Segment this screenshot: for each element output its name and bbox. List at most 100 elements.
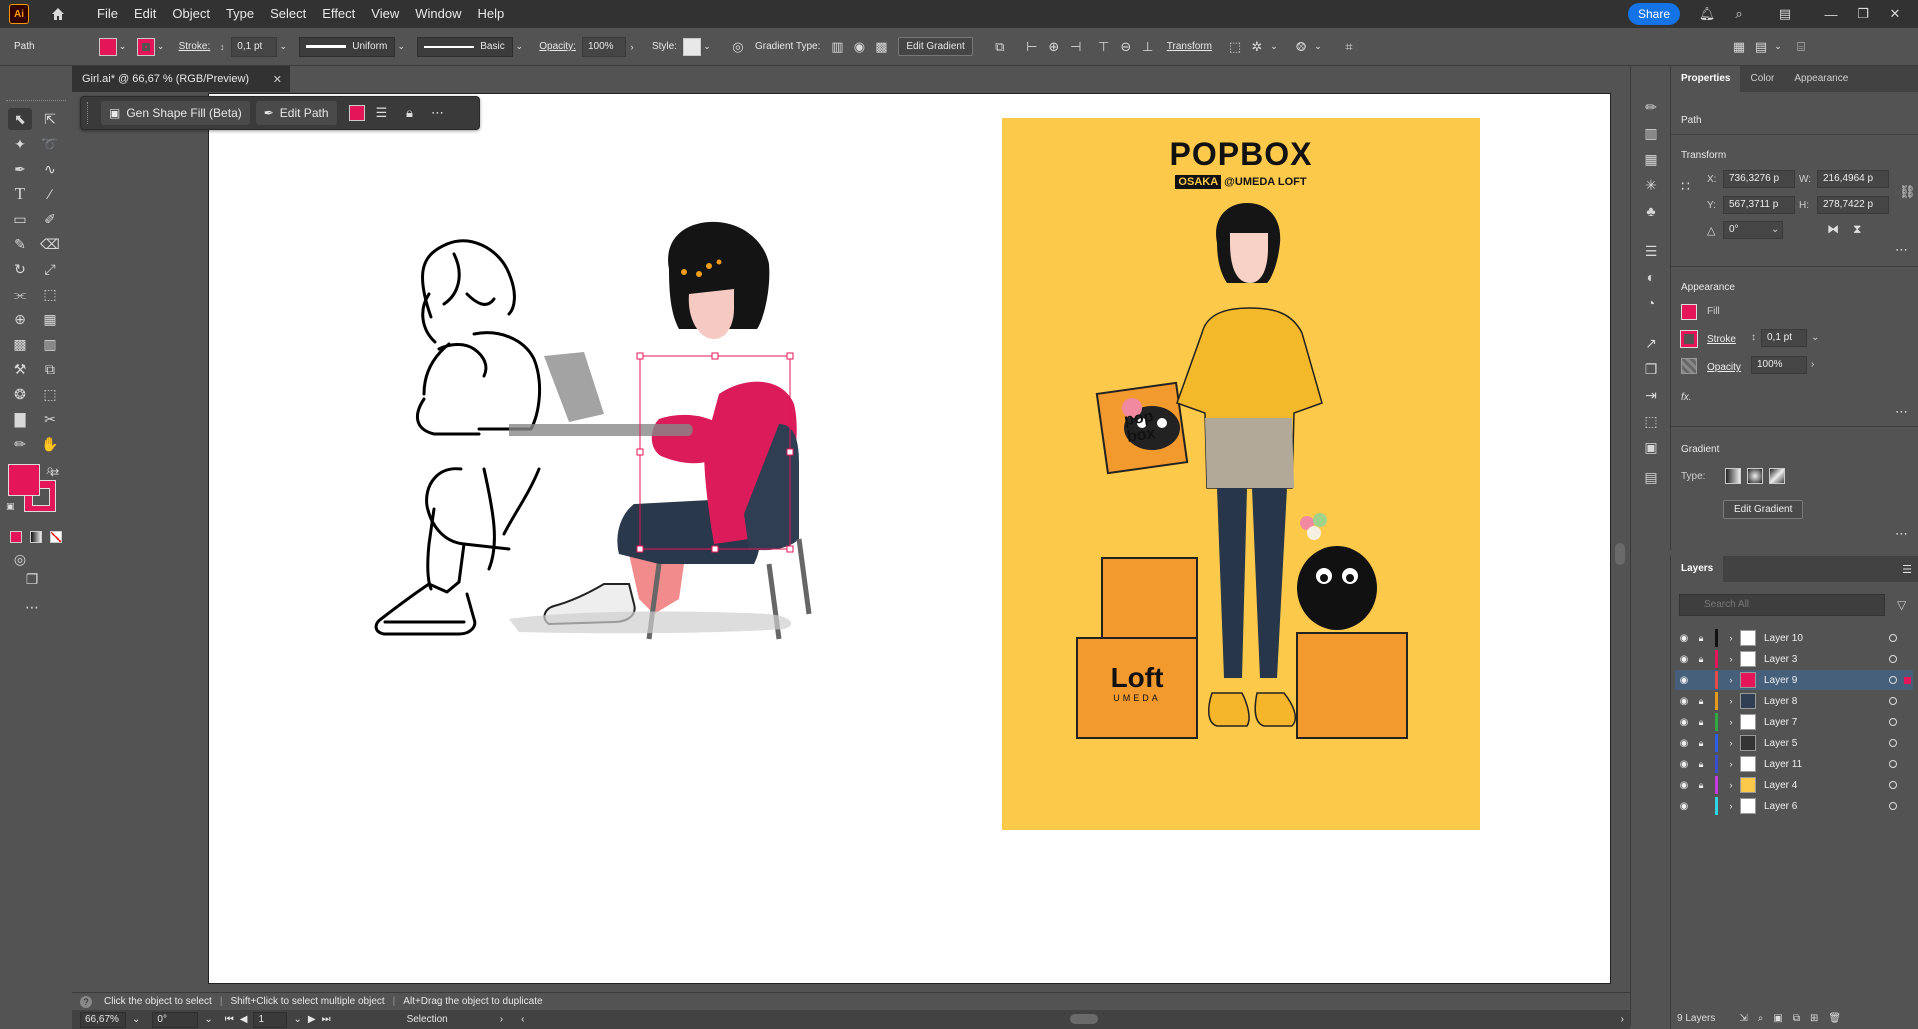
layer-row[interactable]: ◉ 🔒︎ › Layer 10 bbox=[1675, 628, 1913, 648]
arrange-panels-icon[interactable]: ▦ bbox=[1728, 36, 1750, 58]
align-bottom-icon[interactable]: ⊥ bbox=[1137, 36, 1159, 58]
opacity-more-arrow[interactable]: › bbox=[1811, 359, 1814, 370]
artboard-dropdown[interactable]: ⌄ bbox=[293, 1014, 301, 1025]
isolate-icon[interactable]: ⬚ bbox=[1224, 36, 1246, 58]
tab-layers[interactable]: Layers bbox=[1671, 556, 1724, 582]
workspace-dropdown[interactable]: ⌄ bbox=[1772, 41, 1784, 52]
artwork-girl-illustrations[interactable] bbox=[209, 94, 989, 714]
edit-gradient-button[interactable]: Edit Gradient bbox=[898, 37, 973, 56]
visibility-eye-icon[interactable]: ◉ bbox=[1675, 780, 1693, 791]
close-document-icon[interactable]: ✕ bbox=[273, 73, 282, 86]
gradient-freeform-icon[interactable] bbox=[1769, 468, 1785, 484]
layer-name[interactable]: Layer 8 bbox=[1764, 696, 1797, 707]
tools-grip[interactable] bbox=[6, 100, 66, 103]
gradient-more-icon[interactable]: ⋯ bbox=[1895, 526, 1908, 542]
locate-object-icon[interactable]: ⌕ bbox=[1758, 1013, 1764, 1024]
home-icon[interactable] bbox=[47, 3, 69, 25]
document-tab[interactable]: Girl.ai* @ 66,67 % (RGB/Preview) ✕ bbox=[72, 66, 290, 92]
menu-help[interactable]: Help bbox=[469, 0, 512, 28]
current-tool-status[interactable]: Selection bbox=[407, 1014, 448, 1025]
x-input[interactable]: 736,3276 p bbox=[1723, 170, 1795, 188]
default-colors-icon[interactable]: ▣ bbox=[6, 501, 15, 512]
visibility-eye-icon[interactable]: ◉ bbox=[1675, 696, 1693, 707]
horizontal-scroll-thumb[interactable] bbox=[1070, 1014, 1098, 1024]
eyedropper-tool-icon[interactable]: ⚒ bbox=[8, 358, 32, 380]
delete-layer-icon[interactable]: 🗑︎ bbox=[1828, 1013, 1841, 1024]
transform-more-icon[interactable]: ⋯ bbox=[1895, 242, 1908, 258]
layers-panel-menu-icon[interactable]: ☰ bbox=[1902, 563, 1912, 576]
visibility-eye-icon[interactable]: ◉ bbox=[1675, 654, 1693, 665]
discover-icon[interactable]: ⌸ bbox=[1790, 36, 1812, 58]
layer-name[interactable]: Layer 6 bbox=[1764, 801, 1797, 812]
menu-effect[interactable]: Effect bbox=[314, 0, 363, 28]
scroll-right-arrow[interactable]: › bbox=[1621, 1014, 1624, 1025]
layer-row[interactable]: ◉ 🔒︎ › Layer 8 bbox=[1675, 691, 1913, 711]
envelope-dropdown[interactable]: ⌄ bbox=[1312, 41, 1324, 52]
stroke-dropdown[interactable]: ⌄ bbox=[155, 41, 167, 52]
shape-builder-tool-icon[interactable]: ⊕ bbox=[8, 308, 32, 330]
gradient-radial-icon[interactable] bbox=[1747, 468, 1763, 484]
share-button[interactable]: Share bbox=[1627, 3, 1680, 25]
variable-width-profile[interactable]: Uniform bbox=[299, 36, 396, 57]
graphic-style-swatch[interactable] bbox=[682, 37, 701, 56]
expand-arrow-icon[interactable]: › bbox=[1724, 738, 1738, 748]
column-graph-tool-icon[interactable]: ▇ bbox=[8, 408, 32, 430]
vertical-scrollbar[interactable] bbox=[1611, 93, 1630, 1006]
layer-row[interactable]: ◉ 🔒︎ › Layer 11 bbox=[1675, 754, 1913, 774]
expand-arrow-icon[interactable]: › bbox=[1724, 717, 1738, 727]
puppet-warp-icon[interactable]: ✲ bbox=[1246, 36, 1268, 58]
previous-artboard-icon[interactable]: ◀ bbox=[240, 1014, 248, 1025]
document-info-icon[interactable]: ▤ bbox=[1639, 466, 1663, 488]
collect-export-icon[interactable]: ⇲ bbox=[1739, 1013, 1747, 1024]
gradient-mode-icon[interactable] bbox=[28, 526, 44, 548]
gradient-tool-icon[interactable]: ▥ bbox=[38, 333, 62, 355]
scale-tool-icon[interactable]: ⤢ bbox=[38, 258, 62, 280]
appearance-fill-swatch[interactable] bbox=[1681, 304, 1697, 320]
status-menu-arrow[interactable]: › bbox=[500, 1014, 503, 1025]
image-trace-icon[interactable]: ✳ bbox=[1639, 174, 1663, 196]
layer-lock-icon[interactable]: 🔒︎ bbox=[1693, 654, 1709, 665]
lock-icon[interactable]: 🔒︎ bbox=[399, 102, 421, 124]
shaper-tool-icon[interactable]: ✎ bbox=[8, 233, 32, 255]
visibility-eye-icon[interactable]: ◉ bbox=[1675, 717, 1693, 728]
layer-lock-icon[interactable]: 🔒︎ bbox=[1693, 717, 1709, 728]
direct-selection-tool-icon[interactable]: ⇱ bbox=[38, 108, 62, 130]
export-panel-icon[interactable]: ↗ bbox=[1639, 332, 1663, 354]
asset-export-icon[interactable]: ⇥ bbox=[1639, 384, 1663, 406]
layer-name[interactable]: Layer 11 bbox=[1764, 759, 1802, 770]
rotation-input[interactable]: 0° bbox=[152, 1011, 199, 1028]
expand-arrow-icon[interactable]: › bbox=[1724, 696, 1738, 706]
layer-lock-icon[interactable]: 🔒︎ bbox=[1693, 759, 1709, 770]
brushes-panel-icon[interactable]: ✏ bbox=[1639, 96, 1663, 118]
vertical-scroll-thumb[interactable] bbox=[1615, 543, 1625, 565]
rotate-dropdown[interactable]: ⌄ bbox=[1771, 224, 1779, 235]
layers-filter-icon[interactable]: ▽ bbox=[1897, 598, 1906, 612]
menu-window[interactable]: Window bbox=[407, 0, 469, 28]
visibility-eye-icon[interactable]: ◉ bbox=[1675, 801, 1693, 812]
expand-arrow-icon[interactable]: › bbox=[1724, 759, 1738, 769]
artboard-tool-icon[interactable]: ⬚ bbox=[38, 383, 62, 405]
h-input[interactable]: 278,7422 p bbox=[1817, 196, 1889, 214]
envelope-distort-icon[interactable]: ⨷ bbox=[1290, 36, 1312, 58]
first-artboard-icon[interactable]: ⏮ bbox=[225, 1014, 234, 1025]
symbol-sprayer-tool-icon[interactable]: ❂ bbox=[8, 383, 32, 405]
fill-color-swatch[interactable] bbox=[8, 464, 40, 496]
layer-lock-icon[interactable]: 🔒︎ bbox=[1693, 696, 1709, 707]
last-artboard-icon[interactable]: ⏭ bbox=[322, 1014, 331, 1025]
appearance-stroke-input[interactable]: 0,1 pt bbox=[1761, 329, 1807, 347]
menu-file[interactable]: File bbox=[89, 0, 126, 28]
artboard[interactable]: POPBOX OSAKA @UMEDA LOFT pop box Loft UM… bbox=[208, 93, 1611, 984]
minimize-icon[interactable]: — bbox=[1818, 2, 1844, 26]
taskbar-grip[interactable] bbox=[87, 102, 89, 124]
make-clipping-mask-icon[interactable]: ▣ bbox=[1773, 1013, 1782, 1024]
opacity-label[interactable]: Opacity bbox=[1707, 362, 1741, 373]
opacity-input[interactable]: 100% bbox=[581, 36, 626, 57]
layer-row[interactable]: ◉ 🔒︎ › Layer 3 bbox=[1675, 649, 1913, 669]
layer-row[interactable]: ◉ 🔒︎ › Layer 7 bbox=[1675, 712, 1913, 732]
layer-target-icon[interactable] bbox=[1889, 697, 1897, 705]
constrain-proportions-icon[interactable]: ⛓ bbox=[1899, 184, 1916, 200]
layer-name[interactable]: Layer 4 bbox=[1764, 780, 1797, 791]
layer-target-icon[interactable] bbox=[1889, 634, 1897, 642]
layer-target-icon[interactable] bbox=[1889, 676, 1897, 684]
stroke-weight-dropdown[interactable]: ⌄ bbox=[277, 41, 289, 52]
